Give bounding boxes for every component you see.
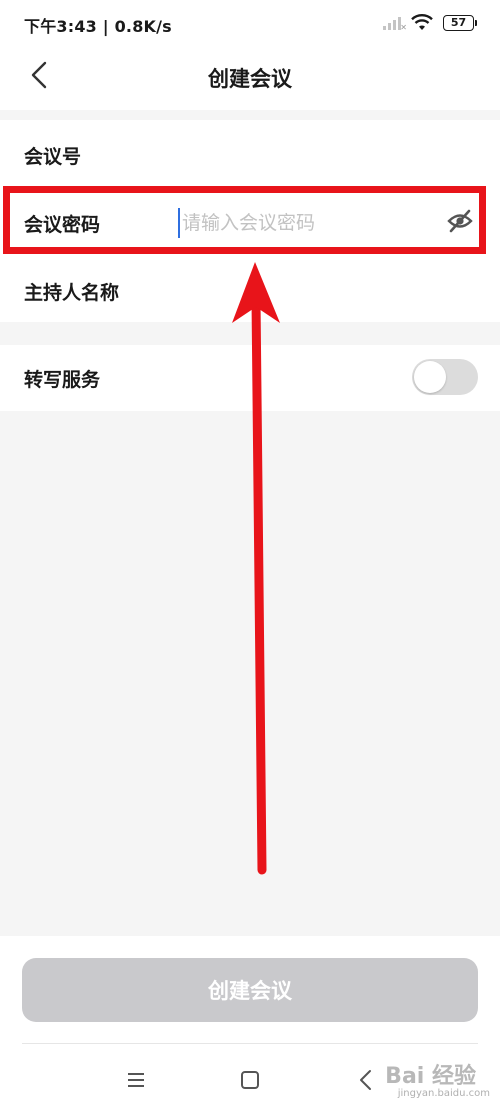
create-meeting-button[interactable]: 创建会议	[22, 958, 478, 1022]
meeting-id-row[interactable]: 会议号	[0, 120, 500, 188]
create-meeting-screen: 下午3:43 | 0.8K/s ✕ 57 创建会议 会议号 会议密码 主持人名称…	[0, 0, 500, 1111]
password-input[interactable]	[178, 208, 428, 238]
host-name-row[interactable]: 主持人名称	[0, 256, 500, 324]
menu-icon[interactable]	[121, 1066, 151, 1094]
nav-bar: 创建会议	[0, 48, 500, 110]
toggle-knob	[414, 361, 446, 393]
transcription-row: 转写服务	[0, 345, 500, 411]
page-title: 创建会议	[208, 67, 292, 91]
divider	[22, 1043, 478, 1044]
status-icons: ✕ 57	[383, 13, 477, 33]
host-name-label: 主持人名称	[24, 282, 120, 304]
status-time-speed: 下午3:43 | 0.8K/s	[24, 17, 172, 36]
password-label: 会议密码	[24, 214, 101, 236]
transcription-label: 转写服务	[24, 369, 101, 391]
status-bar: 下午3:43 | 0.8K/s ✕ 57	[0, 0, 500, 48]
eye-slash-icon[interactable]	[446, 208, 474, 234]
system-back-icon[interactable]	[352, 1066, 382, 1094]
signal-icon: ✕	[383, 16, 407, 32]
battery-icon: 57	[443, 15, 477, 31]
password-row: 会议密码	[0, 188, 500, 256]
baidu-jingyan-logo: Bai 经验	[385, 1064, 476, 1089]
transcription-toggle[interactable]	[412, 359, 478, 395]
meeting-id-label: 会议号	[24, 146, 82, 168]
home-icon[interactable]	[235, 1066, 265, 1094]
meeting-form: 会议号 会议密码 主持人名称	[0, 120, 500, 322]
wifi-icon	[411, 14, 433, 30]
watermark-url: jingyan.baidu.com	[397, 1088, 490, 1099]
